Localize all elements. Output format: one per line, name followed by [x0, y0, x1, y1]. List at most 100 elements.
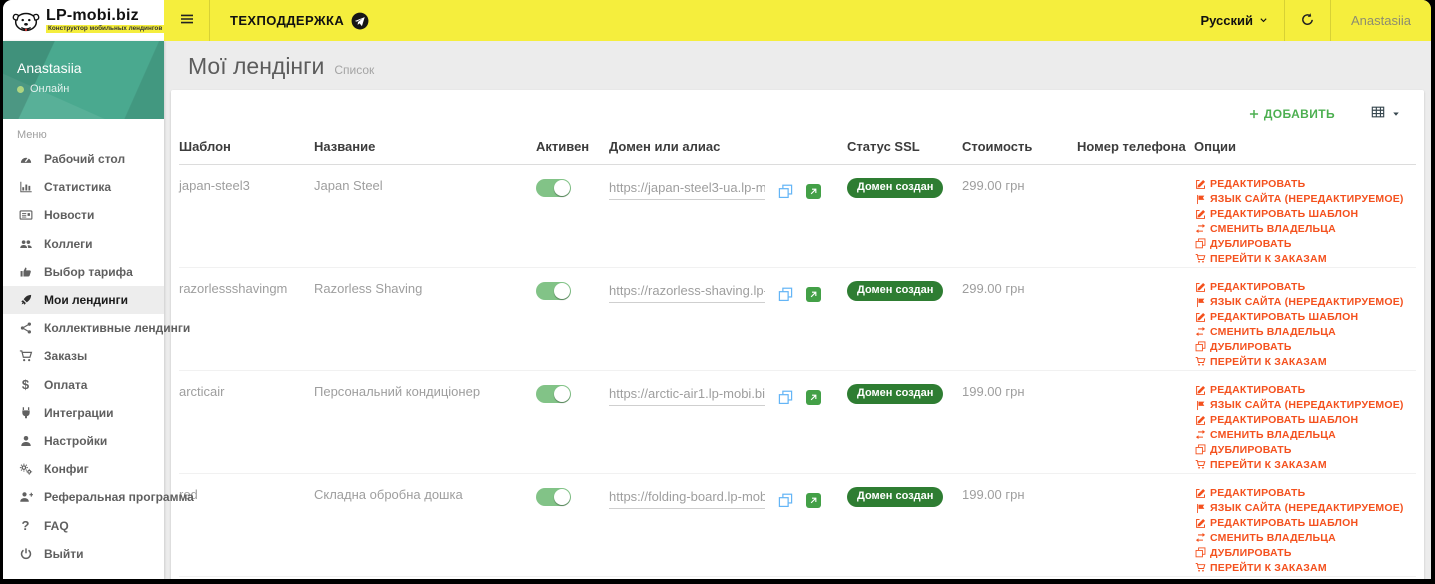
option-duplicate-link[interactable]: ДУБЛИРОВАТЬ	[1194, 444, 1416, 456]
active-cell	[536, 178, 609, 267]
menu-toggle-button[interactable]	[164, 0, 210, 41]
sidebar-menu: Рабочий стол Статистика Новости Коллеги Выбо…	[3, 145, 194, 568]
toggle-knob	[554, 386, 570, 402]
copy-domain-button[interactable]	[778, 390, 793, 405]
language-icon	[1194, 400, 1206, 411]
option-edit-link[interactable]: РЕДАКТИРОВАТЬ	[1194, 281, 1416, 293]
language-selector[interactable]: Русский	[1184, 0, 1286, 41]
sidebar-item-question[interactable]: ? FAQ	[3, 511, 164, 539]
active-toggle[interactable]	[536, 282, 571, 300]
main-content: Мої лендінги Список ДОБАВИТЬ Шаблон Назва…	[164, 41, 1431, 579]
price-cell: 299.00 грн	[962, 178, 1025, 193]
edit-template-icon	[1194, 209, 1206, 220]
domain-input[interactable]	[609, 281, 765, 303]
open-site-button[interactable]	[806, 493, 821, 508]
active-toggle[interactable]	[536, 179, 571, 197]
online-status-label: Онлайн	[30, 83, 70, 95]
active-toggle[interactable]	[536, 385, 571, 403]
ssl-status-cell: Домен создан	[847, 487, 962, 576]
domain-input[interactable]	[609, 384, 765, 406]
sidebar-item-chart[interactable]: Статистика	[3, 173, 164, 201]
sidebar-item-news[interactable]: Новости	[3, 201, 164, 229]
table-body: japan-steel3 Japan Steel Домен создан 299.0…	[179, 165, 1416, 579]
options-cell: РЕДАКТИРОВАТЬ ЯЗЫК САЙТА (НЕРЕДАКТИРУЕМОЕ…	[1194, 178, 1416, 267]
topbar-username[interactable]: Anastasiia	[1331, 0, 1431, 41]
copy-domain-button[interactable]	[778, 184, 793, 199]
option-label: РЕДАКТИРОВАТЬ ШАБЛОН	[1210, 310, 1359, 323]
refresh-button[interactable]	[1285, 0, 1332, 41]
support-button[interactable]: ТЕХПОДДЕРЖКА	[210, 0, 389, 41]
duplicate-icon	[1194, 341, 1206, 352]
option-exchange-link[interactable]: СМЕНИТЬ ВЛАДЕЛЬЦА	[1194, 223, 1416, 235]
chart-icon	[17, 180, 34, 194]
option-label: ПЕРЕЙТИ К ЗАКАЗАМ	[1210, 252, 1327, 265]
option-edit-link[interactable]: РЕДАКТИРОВАТЬ	[1194, 384, 1416, 396]
sidebar-item-plug[interactable]: Интеграции	[3, 399, 164, 427]
ssl-status-badge: Домен создан	[847, 178, 944, 198]
share-icon	[17, 321, 34, 335]
add-button-label: ДОБАВИТЬ	[1263, 106, 1335, 121]
edit-template-icon	[1194, 415, 1206, 426]
option-label: ДУБЛИРОВАТЬ	[1210, 340, 1292, 353]
columns-toggle-button[interactable]	[1371, 105, 1400, 122]
copy-domain-button[interactable]	[778, 493, 793, 508]
menu-section-label: Меню	[17, 129, 47, 141]
template-cell: red	[179, 487, 198, 502]
ssl-status-badge: Домен создан	[847, 487, 944, 507]
domain-cell	[609, 487, 847, 576]
sidebar-item-label: Коллективные лендинги	[44, 321, 191, 336]
option-label: РЕДАКТИРОВАТЬ	[1210, 487, 1306, 499]
edit-icon	[1194, 385, 1206, 396]
sidebar-item-thumbs-up[interactable]: Выбор тарифа	[3, 258, 164, 286]
open-site-button[interactable]	[806, 287, 821, 302]
domain-input[interactable]	[609, 178, 765, 200]
sidebar-item-users[interactable]: Коллеги	[3, 230, 164, 258]
option-edit-template-link[interactable]: РЕДАКТИРОВАТЬ ШАБЛОН	[1194, 414, 1416, 426]
sidebar-item-gears[interactable]: Конфиг	[3, 455, 164, 483]
open-site-button[interactable]	[806, 184, 821, 199]
sidebar-item-user-plus[interactable]: Реферальная программа	[3, 483, 194, 511]
option-orders-cart-link[interactable]: ПЕРЕЙТИ К ЗАКАЗАМ	[1194, 459, 1416, 471]
domain-input[interactable]	[609, 487, 765, 509]
price-cell: 199.00 грн	[962, 384, 1025, 399]
option-label: СМЕНИТЬ ВЛАДЕЛЬЦА	[1210, 531, 1336, 544]
option-language-link[interactable]: ЯЗЫК САЙТА (НЕРЕДАКТИРУЕМОЕ)	[1194, 502, 1416, 514]
active-toggle[interactable]	[536, 488, 571, 506]
option-language-link[interactable]: ЯЗЫК САЙТА (НЕРЕДАКТИРУЕМОЕ)	[1194, 399, 1416, 411]
option-exchange-link[interactable]: СМЕНИТЬ ВЛАДЕЛЬЦА	[1194, 429, 1416, 441]
add-button[interactable]: ДОБАВИТЬ	[1243, 106, 1341, 122]
option-edit-template-link[interactable]: РЕДАКТИРОВАТЬ ШАБЛОН	[1194, 208, 1416, 220]
sidebar-item-dashboard[interactable]: Рабочий стол	[3, 145, 164, 173]
option-duplicate-link[interactable]: ДУБЛИРОВАТЬ	[1194, 547, 1416, 559]
option-label: ПЕРЕЙТИ К ЗАКАЗАМ	[1210, 355, 1327, 368]
option-exchange-link[interactable]: СМЕНИТЬ ВЛАДЕЛЬЦА	[1194, 532, 1416, 544]
sidebar-item-rocket[interactable]: Мои лендинги	[3, 285, 164, 315]
option-duplicate-link[interactable]: ДУБЛИРОВАТЬ	[1194, 341, 1416, 353]
price-cell: 199.00 грн	[962, 487, 1025, 502]
sidebar-item-share[interactable]: Коллективные лендинги	[3, 314, 190, 342]
sidebar-item-dollar[interactable]: $ Оплата	[3, 371, 164, 399]
option-orders-cart-link[interactable]: ПЕРЕЙТИ К ЗАКАЗАМ	[1194, 356, 1416, 368]
option-orders-cart-link[interactable]: ПЕРЕЙТИ К ЗАКАЗАМ	[1194, 253, 1416, 265]
exchange-icon	[1194, 223, 1206, 234]
sidebar-item-user[interactable]: Настройки	[3, 427, 164, 455]
table-row: clothes and shoesЧоловічі кросівкиДомен …	[179, 577, 1416, 579]
plus-icon	[1249, 109, 1258, 118]
option-edit-link[interactable]: РЕДАКТИРОВАТЬ	[1194, 487, 1416, 499]
logo[interactable]: LP-mobi.biz Конструктор мобильных лендин…	[3, 0, 165, 41]
sidebar-item-label: Мои лендинги	[44, 293, 129, 308]
sidebar-item-cart[interactable]: Заказы	[3, 342, 164, 370]
option-language-link[interactable]: ЯЗЫК САЙТА (НЕРЕДАКТИРУЕМОЕ)	[1194, 296, 1416, 308]
option-language-link[interactable]: ЯЗЫК САЙТА (НЕРЕДАКТИРУЕМОЕ)	[1194, 193, 1416, 205]
option-duplicate-link[interactable]: ДУБЛИРОВАТЬ	[1194, 238, 1416, 250]
option-edit-template-link[interactable]: РЕДАКТИРОВАТЬ ШАБЛОН	[1194, 311, 1416, 323]
option-edit-template-link[interactable]: РЕДАКТИРОВАТЬ ШАБЛОН	[1194, 517, 1416, 529]
option-orders-cart-link[interactable]: ПЕРЕЙТИ К ЗАКАЗАМ	[1194, 562, 1416, 574]
sidebar-item-power[interactable]: Выйти	[3, 540, 164, 568]
open-site-button[interactable]	[806, 390, 821, 405]
edit-icon	[1194, 488, 1206, 499]
option-label: ЯЗЫК САЙТА (НЕРЕДАКТИРУЕМОЕ)	[1210, 501, 1404, 514]
option-edit-link[interactable]: РЕДАКТИРОВАТЬ	[1194, 178, 1416, 190]
copy-domain-button[interactable]	[778, 287, 793, 302]
option-exchange-link[interactable]: СМЕНИТЬ ВЛАДЕЛЬЦА	[1194, 326, 1416, 338]
